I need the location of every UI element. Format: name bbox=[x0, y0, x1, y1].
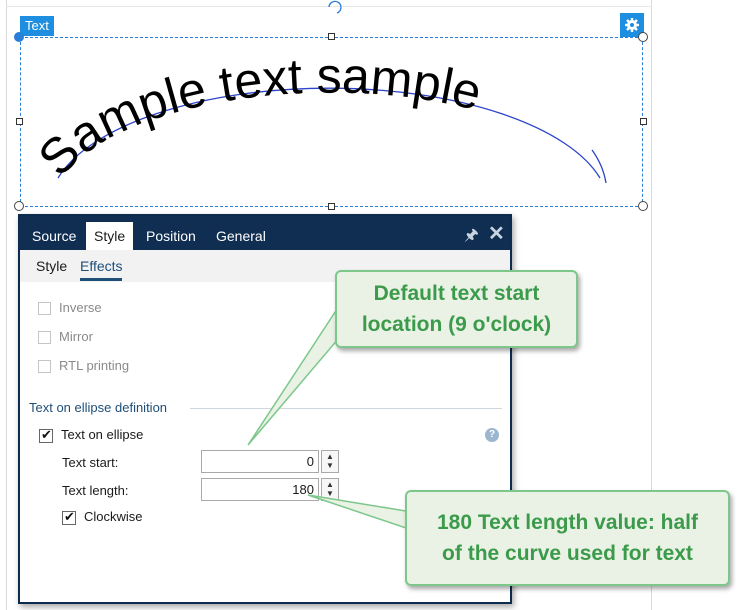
start-location-callout: Default text start location (9 o'clock) bbox=[335, 270, 578, 348]
length-callout-pointer bbox=[307, 494, 413, 532]
text-length-callout: 180 Text length value: half of the curve… bbox=[405, 490, 730, 586]
start-callout-line1: Default text start bbox=[373, 282, 540, 305]
start-callout-line2: location (9 o'clock) bbox=[361, 313, 552, 336]
length-callout-line2: of the curve used for text bbox=[442, 542, 693, 565]
length-callout-line1: 180 Text length value: half bbox=[436, 511, 698, 534]
